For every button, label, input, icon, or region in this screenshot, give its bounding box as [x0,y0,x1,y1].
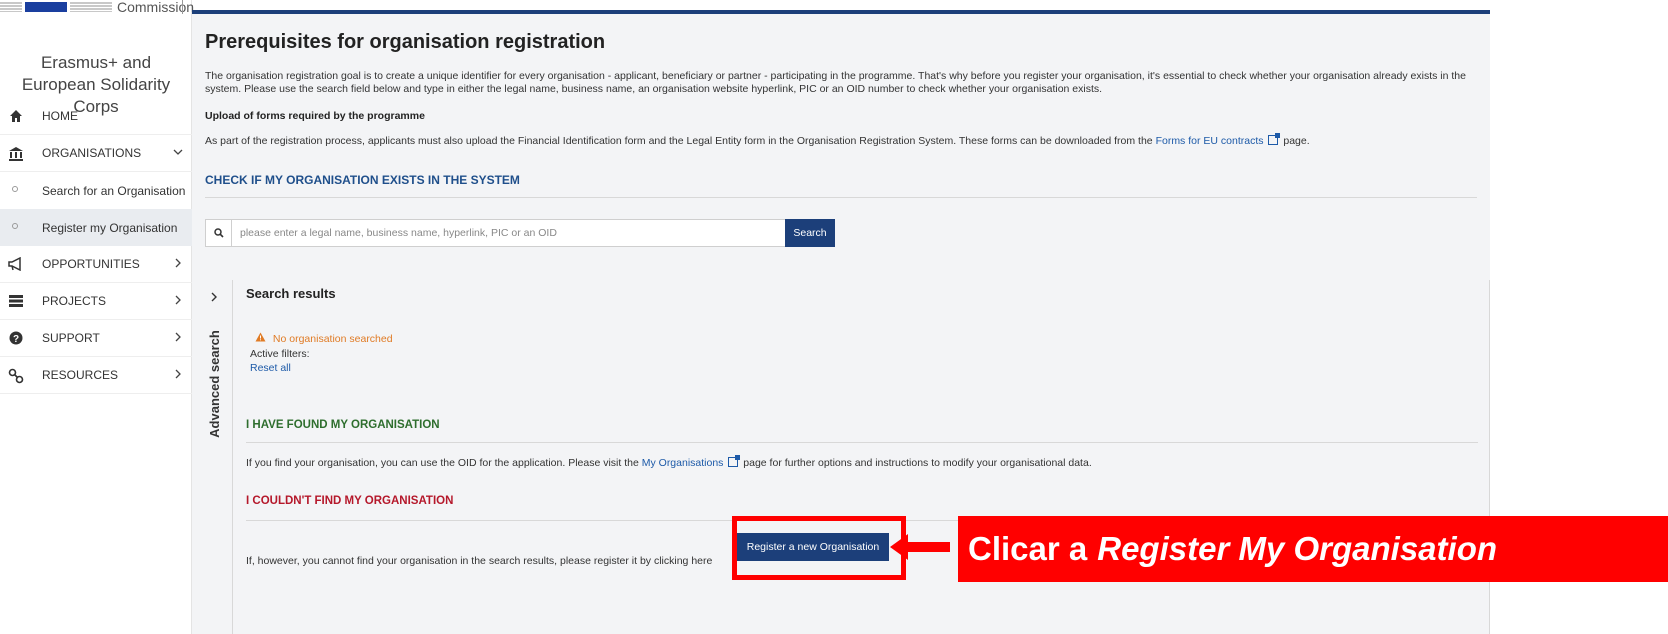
reset-all-link[interactable]: Reset all [250,362,291,374]
callout-emphasis: Register My Organisation [1097,530,1498,567]
chevron-down-icon [172,145,184,161]
not-found-text: If, however, you cannot find your organi… [246,555,713,567]
page: Commission Erasmus+ and European Solidar… [0,0,1668,634]
sidebar-item-opportunities[interactable]: OPPORTUNITIES [0,246,192,283]
sidebar-item-label: ORGANISATIONS [42,146,142,160]
forms-link[interactable]: Forms for EU contracts [1156,135,1264,147]
institution-icon [8,146,24,162]
sidebar-item-register-organisation[interactable]: Register my Organisation [0,209,192,246]
chevron-right-icon [172,256,184,272]
found-text-after: page for further options and instruction… [743,457,1092,469]
bullet-icon [12,223,18,229]
chevron-right-icon[interactable] [209,290,219,306]
sidebar-item-label: HOME [42,109,78,123]
callout-prefix: Clicar a [968,530,1088,567]
chevron-right-icon [172,293,184,309]
warning-text: No organisation searched [272,333,393,345]
sidebar-item-label: Search for an Organisation [42,183,186,198]
home-icon [8,109,24,125]
intro-text: The organisation registration goal is to… [205,70,1466,95]
search-icon [206,220,232,246]
logo-divider [182,0,183,14]
active-filters-label: Active filters: [250,348,310,360]
eu-flag-icon [25,2,67,12]
sidebar-item-home[interactable]: HOME [0,98,192,135]
server-icon [8,294,24,310]
sidebar-item-label: Register my Organisation [42,220,178,235]
sidebar-item-organisations[interactable]: ORGANISATIONS [0,135,192,172]
advanced-search-panel[interactable]: Advanced search [200,280,233,634]
not-found-heading: I COULDN'T FIND MY ORGANISATION [246,495,454,507]
upload-heading: Upload of forms required by the programm… [205,110,425,122]
page-title: Prerequisites for organisation registrat… [205,31,606,53]
my-organisations-link[interactable]: My Organisations [642,457,724,469]
chevron-right-icon [172,330,184,346]
sidebar-item-label: RESOURCES [42,368,119,382]
link-icon [8,368,24,384]
register-organisation-button[interactable]: Register a new Organisation [737,533,889,561]
svg-text:?: ? [13,334,19,345]
logo-stripes [70,2,112,12]
megaphone-icon [8,256,24,273]
found-text-before: If you find your organisation, you can u… [246,457,639,469]
sidebar-nav: HOME ORGANISATIONS Search for an Organis… [0,98,192,394]
sidebar-item-label: PROJECTS [42,294,107,308]
sidebar-item-projects[interactable]: PROJECTS [0,283,192,320]
sidebar-item-search-organisation[interactable]: Search for an Organisation [0,172,192,209]
chevron-right-icon [172,367,184,383]
warning-icon [255,332,266,345]
upload-text-suffix: page. [1283,135,1310,147]
sidebar-item-label: SUPPORT [42,331,100,345]
search-button[interactable]: Search [785,219,835,247]
external-link-icon[interactable] [1268,133,1281,145]
sidebar: Commission Erasmus+ and European Solidar… [0,0,194,634]
found-heading: I HAVE FOUND MY ORGANISATION [246,419,440,431]
arrow-left-icon [890,534,950,560]
external-link-icon[interactable] [728,455,741,467]
found-text: If you find your organisation, you can u… [246,455,1092,469]
search-box [205,219,835,247]
advanced-search-label[interactable]: Advanced search [207,329,223,439]
sidebar-item-support[interactable]: ? SUPPORT [0,320,192,357]
upload-text-body: As part of the registration process, app… [205,135,1153,147]
sidebar-item-resources[interactable]: RESOURCES [0,357,192,394]
bullet-icon [12,186,18,192]
divider [246,442,1478,443]
logo-stripes [0,2,22,12]
warning-message: No organisation searched [255,332,393,345]
annotation-callout: Clicar a Register My Organisation [958,516,1668,582]
question-circle-icon: ? [8,331,24,347]
upload-text: As part of the registration process, app… [205,133,1310,147]
divider [205,197,1477,198]
search-input[interactable] [232,220,834,246]
sidebar-item-label: OPPORTUNITIES [42,257,140,271]
ec-logo[interactable]: Commission [0,0,194,24]
results-title: Search results [246,286,336,301]
check-heading: CHECK IF MY ORGANISATION EXISTS IN THE S… [205,173,520,187]
